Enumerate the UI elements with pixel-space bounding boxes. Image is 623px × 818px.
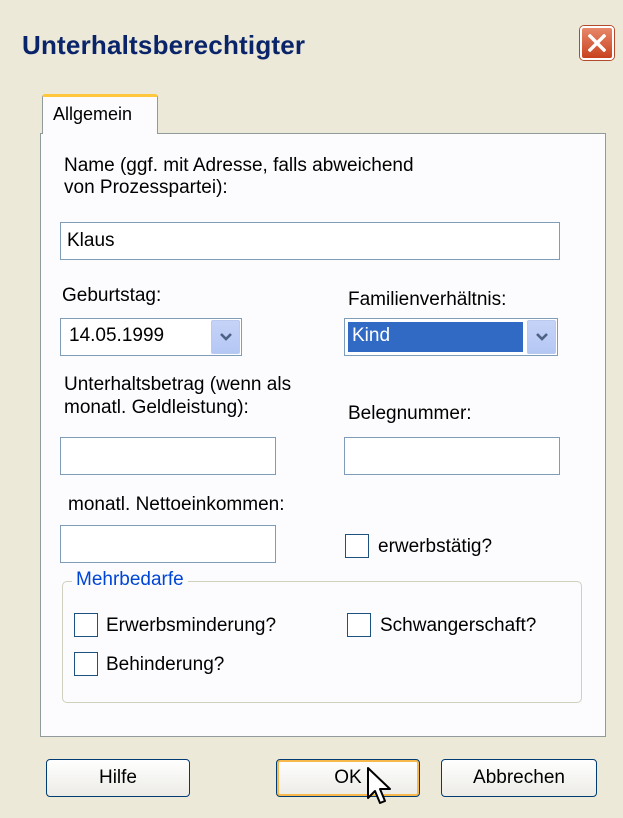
support-label-line1: Unterhaltsbetrag (wenn als [64, 374, 292, 395]
window-title: Unterhaltsberechtigter [22, 30, 306, 60]
tab-allgemein-label: Allgemein [53, 104, 133, 124]
mehrbedarfe-group [62, 581, 582, 703]
chevron-down-icon [536, 333, 548, 341]
disability-checkbox[interactable] [74, 652, 98, 676]
reduced-earning-checkbox[interactable] [74, 613, 98, 637]
support-amount-input[interactable] [60, 437, 276, 475]
family-value: Kind [352, 325, 391, 346]
employed-label: erwerbstätig? [378, 536, 493, 557]
family-label: Familienverhältnis: [348, 289, 507, 310]
help-button[interactable]: Hilfe [46, 759, 190, 797]
support-label-line2: monatl. Geldleistung): [64, 397, 249, 418]
family-select[interactable]: Kind [344, 318, 558, 356]
close-button[interactable] [580, 26, 614, 60]
mehrbedarfe-legend: Mehrbedarfe [72, 569, 188, 591]
birthday-label: Geburtstag: [62, 285, 162, 306]
disability-label: Behinderung? [106, 654, 225, 675]
income-label: monatl. Nettoeinkommen: [68, 494, 285, 515]
reduced-earning-label: Erwerbsminderung? [106, 615, 277, 636]
tab-allgemein[interactable]: Allgemein [42, 94, 158, 134]
receipt-label: Belegnummer: [348, 403, 472, 424]
chevron-down-icon [220, 333, 232, 341]
pregnancy-label: Schwangerschaft? [380, 615, 537, 636]
cancel-button[interactable]: Abbrechen [441, 759, 597, 797]
name-label-line2: von Prozesspartei): [64, 177, 228, 198]
pregnancy-checkbox[interactable] [347, 613, 371, 637]
title-bar[interactable]: Unterhaltsberechtigter [0, 0, 623, 90]
receipt-number-input[interactable] [344, 437, 560, 475]
name-input[interactable]: Klaus [60, 222, 560, 260]
birthday-value: 14.05.1999 [69, 325, 165, 346]
birthday-dropdown-button[interactable] [211, 320, 240, 354]
income-input[interactable] [60, 525, 276, 563]
employed-checkbox[interactable] [345, 534, 369, 558]
name-label-line1: Name (ggf. mit Adresse, falls abweichend [64, 155, 414, 176]
ok-button[interactable]: OK [276, 759, 420, 797]
close-icon [588, 34, 606, 52]
mouse-cursor-icon [367, 767, 391, 804]
birthday-select[interactable]: 14.05.1999 [60, 318, 242, 356]
family-dropdown-button[interactable] [527, 320, 556, 354]
